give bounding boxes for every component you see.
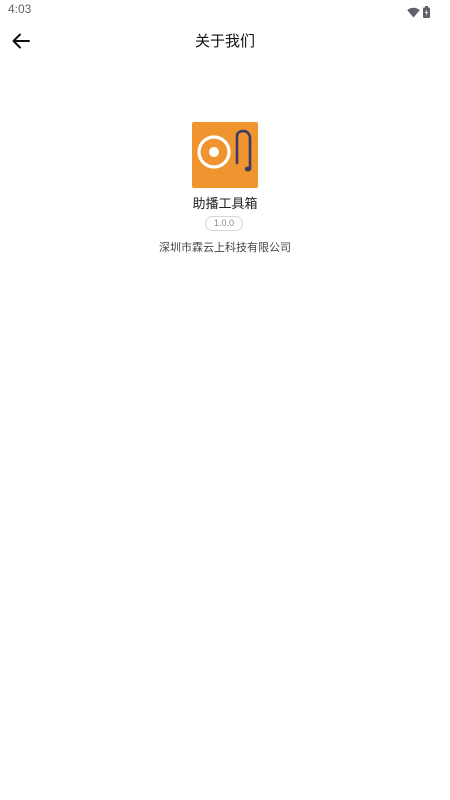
- version-badge: 1.0.0: [205, 216, 243, 231]
- app-name: 助播工具箱: [192, 197, 258, 212]
- status-time: 4:03: [8, 2, 32, 16]
- page-title: 关于我们: [194, 32, 255, 50]
- disc-and-headphone-logo: [197, 129, 252, 172]
- app-logo: [192, 122, 258, 188]
- company-name: 深圳市霖云上科技有限公司: [159, 241, 291, 254]
- status-bar: 4:03: [0, 0, 450, 20]
- about-screen: 4:03 关于我们 助播工具箱 1.0.0 深圳市霖云上科技有限公司: [0, 0, 450, 800]
- app-bar: 关于我们: [0, 20, 450, 62]
